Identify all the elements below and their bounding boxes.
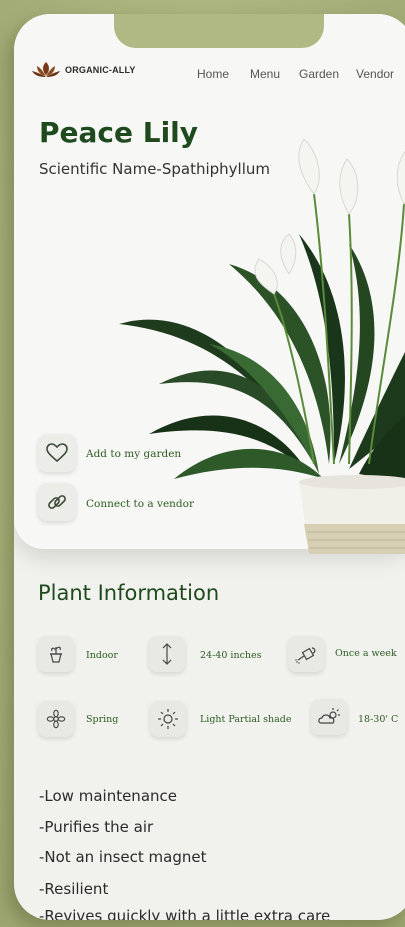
height-arrow-icon [162,643,172,665]
phone-screen: ORGANIC-ALLY Home Menu Garden Vendor Pea… [14,14,405,920]
watering-label: Once a week [335,648,397,659]
cloud-sun-icon [318,708,340,724]
brand-name: ORGANIC-ALLY [65,65,136,75]
indoor-label: Indoor [86,650,118,661]
watering-tile [288,636,324,672]
flower-icon [46,709,66,729]
add-to-garden-label[interactable]: Add to my garden [86,448,181,460]
sun-icon [158,709,178,729]
lotus-logo-icon [32,62,60,77]
nav-home[interactable]: Home [197,67,229,81]
add-to-garden-button[interactable] [38,434,76,472]
height-tile [149,636,185,672]
heart-icon [46,443,68,463]
potted-plant-icon [50,646,62,663]
nav-vendor[interactable]: Vendor [356,67,394,81]
peace-lily-image [119,138,405,554]
temperature-tile [311,699,347,735]
feature-item: -Revives quickly with a little extra car… [39,907,331,920]
watering-can-icon [295,647,316,664]
feature-item: -Resilient [39,880,109,898]
feature-item: -Purifies the air [39,818,154,836]
nav-garden[interactable]: Garden [299,67,339,81]
connect-vendor-button[interactable] [38,483,76,521]
hero-card: ORGANIC-ALLY Home Menu Garden Vendor Pea… [14,14,405,554]
connect-vendor-label[interactable]: Connect to a vendor [86,498,194,510]
nav-menu[interactable]: Menu [250,67,280,81]
phone-notch [114,14,324,48]
link-icon [48,495,66,509]
light-label: Light Partial shade [200,714,292,725]
feature-item: -Low maintenance [39,787,177,805]
season-tile [38,701,74,737]
feature-item: -Not an insect magnet [39,848,207,866]
plant-information-title: Plant Information [38,581,220,605]
brand-logo[interactable]: ORGANIC-ALLY [32,60,136,80]
light-tile [150,701,186,737]
height-label: 24-40 inches [200,650,262,661]
season-label: Spring [86,714,119,725]
temperature-label: 18-30' C [358,714,399,725]
indoor-tile [38,636,74,672]
